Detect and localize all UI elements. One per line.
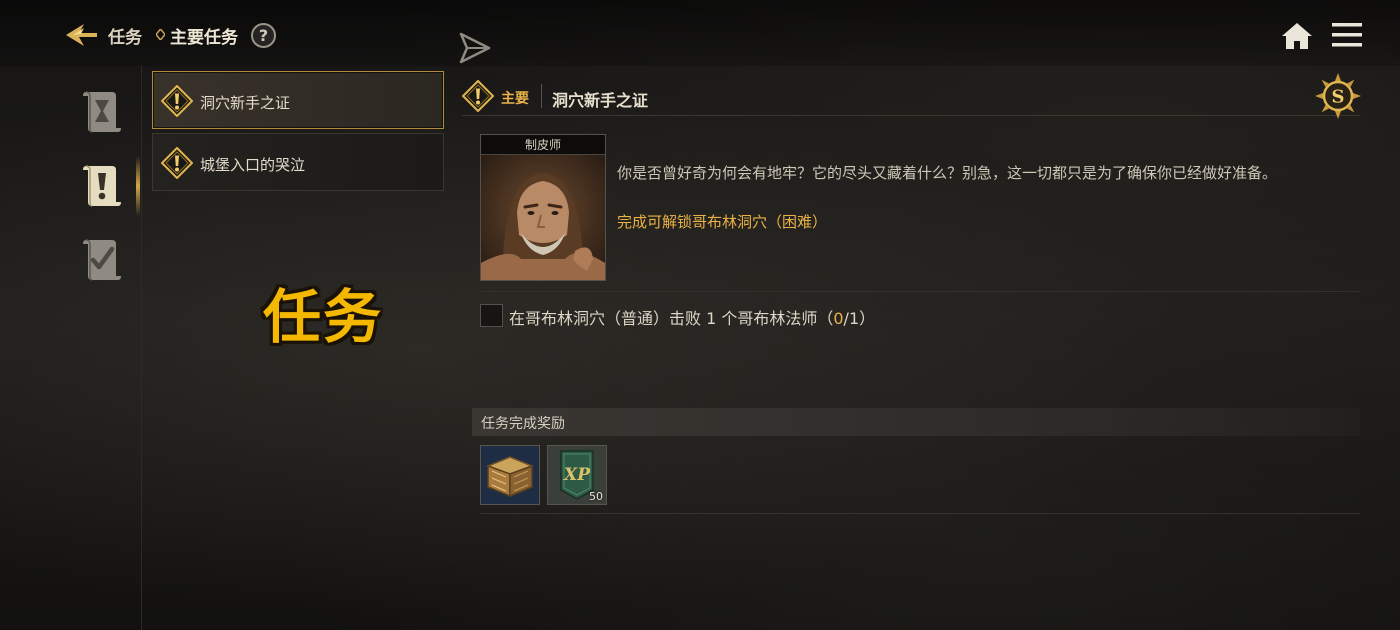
main-quest-icon: [161, 85, 193, 117]
quest-title: 洞穴新手之证: [552, 91, 649, 110]
reward-slot-chest[interactable]: [480, 445, 540, 505]
rank-badge-label: S: [1332, 87, 1345, 108]
sidebar: [0, 66, 142, 630]
header-divider: [541, 84, 542, 108]
back-arrow-icon[interactable]: [64, 20, 98, 50]
watermark-text: 任务: [263, 283, 384, 351]
objective-progress-current: 0: [833, 309, 844, 328]
unlock-requirement: 完成可解锁哥布林洞穴（困难）: [617, 213, 828, 231]
objective-prefix: 在哥布林洞穴（普通）击败 1 个哥布林法师（: [509, 309, 834, 328]
rewards-header: 任务完成奖励: [472, 408, 1360, 436]
rank-badge[interactable]: S: [1314, 72, 1362, 120]
reward-count: 50: [589, 490, 603, 503]
npc-portrait: 制皮师: [480, 134, 606, 281]
checkmark-scroll-icon[interactable]: [76, 234, 126, 284]
reward-slot-xp[interactable]: XP 50: [547, 445, 607, 505]
npc-title: 制皮师: [481, 135, 605, 155]
quest-list-item-selected[interactable]: 洞穴新手之证: [152, 71, 444, 129]
divider: [480, 291, 1360, 292]
quest-label: 城堡入口的哭泣: [200, 156, 306, 174]
main-quest-icon: [161, 147, 193, 179]
quest-description: 你是否曾好奇为何会有地牢？它的尽头又藏着什么？别急，这一切都只是为了确保你已经做…: [617, 164, 1278, 182]
exclamation-scroll-icon[interactable]: [76, 160, 126, 210]
menu-icon[interactable]: [1330, 20, 1364, 50]
hourglass-scroll-icon[interactable]: [76, 86, 126, 136]
help-button[interactable]: ?: [251, 23, 276, 48]
quest-list-item[interactable]: 城堡入口的哭泣: [152, 133, 444, 191]
home-icon[interactable]: [1281, 22, 1313, 50]
quest-detail-header: 主要 洞穴新手之证: [462, 78, 1360, 116]
sun-badge-icon: S: [1315, 73, 1361, 119]
breadcrumb-root[interactable]: 任务: [108, 23, 142, 48]
rewards-title: 任务完成奖励: [481, 416, 565, 432]
npc-portrait-image: [481, 155, 605, 280]
top-bar: 任务 主要任务 ?: [0, 0, 1400, 66]
breadcrumb-current: 主要任务: [170, 28, 238, 48]
treasure-chest-icon: [481, 446, 539, 504]
quest-label: 洞穴新手之证: [200, 94, 291, 112]
breadcrumb-separator-icon: [156, 29, 165, 40]
navigation-arrow-icon[interactable]: [455, 30, 493, 66]
divider: [480, 513, 1360, 514]
objective-text: 在哥布林洞穴（普通）击败 1 个哥布林法师（0/1）: [509, 305, 875, 329]
main-quest-icon: [462, 80, 494, 112]
quest-type-label: 主要: [501, 91, 529, 107]
xp-label: XP: [563, 465, 591, 485]
sidebar-active-indicator: [136, 156, 140, 216]
objective-suffix: /1）: [843, 309, 876, 328]
objective-checkbox[interactable]: [480, 304, 503, 327]
